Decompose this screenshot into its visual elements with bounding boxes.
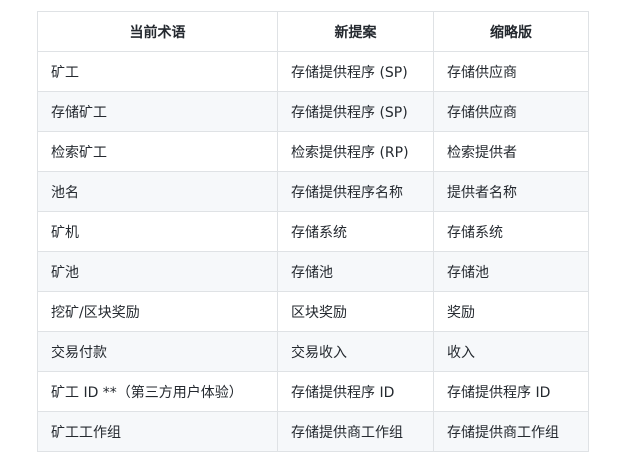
cell-current-term: 矿工 ID **（第三方用户体验） [37, 371, 278, 412]
table-body: 矿工 存储提供程序 (SP) 存储供应商 存储矿工 存储提供程序 (SP) 存储… [37, 51, 589, 452]
cell-new-proposal: 存储提供程序 (SP) [277, 91, 434, 132]
header-abbreviated: 缩略版 [433, 11, 589, 52]
cell-new-proposal: 检索提供程序 (RP) [277, 131, 434, 172]
cell-new-proposal: 存储池 [277, 251, 434, 292]
cell-current-term: 池名 [37, 171, 278, 212]
table-row: 矿工 ID **（第三方用户体验） 存储提供程序 ID 存储提供程序 ID [37, 371, 589, 412]
terminology-table: 当前术语 新提案 缩略版 矿工 存储提供程序 (SP) 存储供应商 存储矿工 存… [37, 11, 589, 452]
cell-abbreviated: 存储提供程序 ID [433, 371, 589, 412]
table-row: 交易付款 交易收入 收入 [37, 331, 589, 372]
cell-current-term: 矿机 [37, 211, 278, 252]
cell-abbreviated: 存储池 [433, 251, 589, 292]
cell-abbreviated: 存储供应商 [433, 91, 589, 132]
table-row: 挖矿/区块奖励 区块奖励 奖励 [37, 291, 589, 332]
header-row: 当前术语 新提案 缩略版 [37, 11, 589, 52]
table-row: 矿工 存储提供程序 (SP) 存储供应商 [37, 51, 589, 92]
cell-new-proposal: 存储提供程序 ID [277, 371, 434, 412]
header-new-proposal: 新提案 [277, 11, 434, 52]
cell-current-term: 矿工 [37, 51, 278, 92]
cell-new-proposal: 存储系统 [277, 211, 434, 252]
cell-current-term: 存储矿工 [37, 91, 278, 132]
cell-abbreviated: 检索提供者 [433, 131, 589, 172]
cell-current-term: 挖矿/区块奖励 [37, 291, 278, 332]
table-row: 矿池 存储池 存储池 [37, 251, 589, 292]
cell-current-term: 检索矿工 [37, 131, 278, 172]
cell-abbreviated: 奖励 [433, 291, 589, 332]
cell-abbreviated: 提供者名称 [433, 171, 589, 212]
cell-new-proposal: 存储提供程序名称 [277, 171, 434, 212]
cell-new-proposal: 区块奖励 [277, 291, 434, 332]
header-current-term: 当前术语 [37, 11, 278, 52]
cell-current-term: 交易付款 [37, 331, 278, 372]
table-row: 检索矿工 检索提供程序 (RP) 检索提供者 [37, 131, 589, 172]
table-header: 当前术语 新提案 缩略版 [37, 11, 589, 52]
cell-abbreviated: 存储供应商 [433, 51, 589, 92]
cell-abbreviated: 收入 [433, 331, 589, 372]
cell-new-proposal: 交易收入 [277, 331, 434, 372]
cell-abbreviated: 存储系统 [433, 211, 589, 252]
terminology-table-container: 当前术语 新提案 缩略版 矿工 存储提供程序 (SP) 存储供应商 存储矿工 存… [37, 11, 589, 452]
table-row: 矿工工作组 存储提供商工作组 存储提供商工作组 [37, 411, 589, 452]
table-row: 矿机 存储系统 存储系统 [37, 211, 589, 252]
cell-abbreviated: 存储提供商工作组 [433, 411, 589, 452]
table-row: 池名 存储提供程序名称 提供者名称 [37, 171, 589, 212]
cell-current-term: 矿工工作组 [37, 411, 278, 452]
table-row: 存储矿工 存储提供程序 (SP) 存储供应商 [37, 91, 589, 132]
cell-new-proposal: 存储提供商工作组 [277, 411, 434, 452]
cell-new-proposal: 存储提供程序 (SP) [277, 51, 434, 92]
cell-current-term: 矿池 [37, 251, 278, 292]
